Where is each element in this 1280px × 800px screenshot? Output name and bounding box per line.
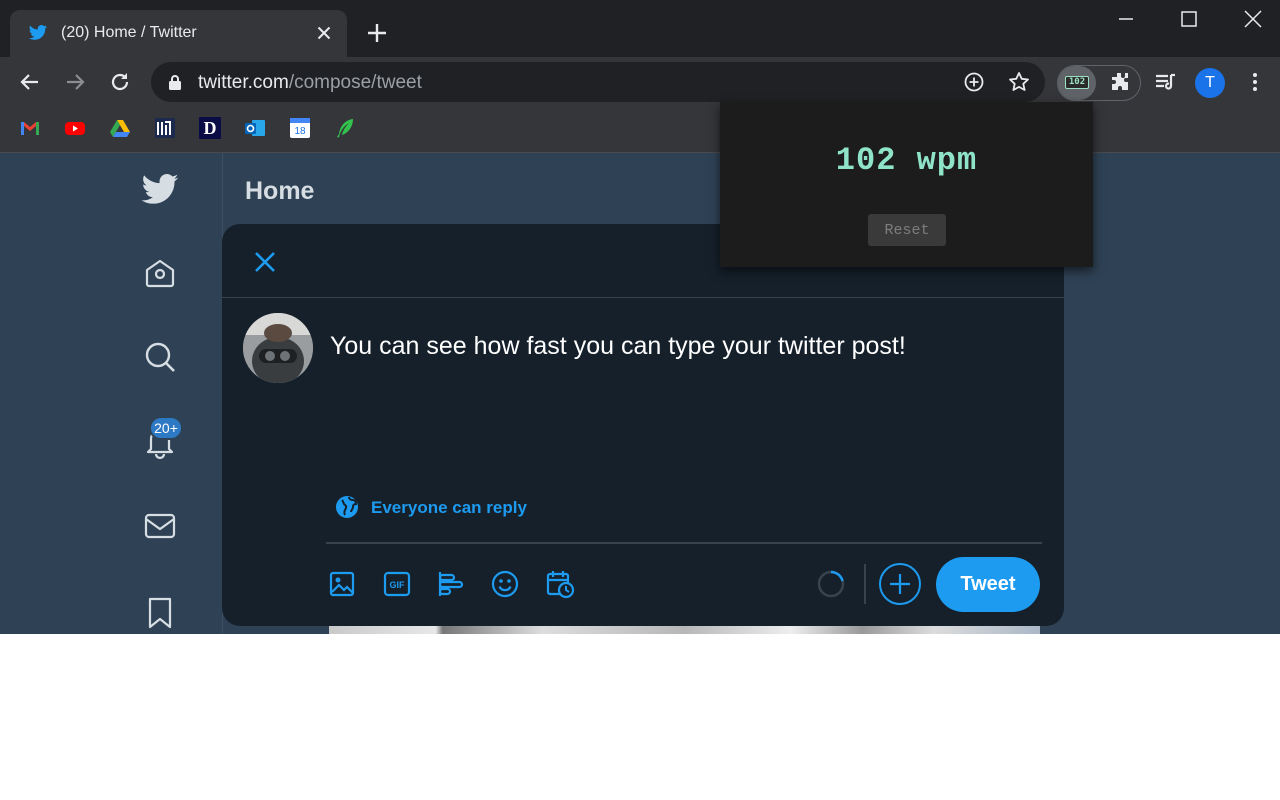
address-bar[interactable]: twitter.com/compose/tweet [151,62,1045,102]
add-thread-icon[interactable] [878,562,922,606]
gmail-icon[interactable] [19,117,41,139]
twitter-bird-icon [28,25,48,40]
user-avatar[interactable] [243,313,313,383]
bookmark-pillars-icon[interactable] [154,117,176,139]
maximize-icon[interactable] [1176,6,1202,32]
profile-avatar[interactable]: T [1195,68,1225,98]
url-text[interactable]: twitter.com/compose/tweet [198,72,422,94]
new-tab-icon[interactable] [365,21,389,45]
twitter-logo-icon[interactable] [140,170,180,210]
browser-window: (20) Home / Twitter twitter.com/compose/… [0,0,1280,634]
browser-toolbar: twitter.com/compose/tweet 102 T [0,57,1280,107]
tab-twitter-home[interactable]: (20) Home / Twitter [10,10,347,57]
tweet-textarea[interactable]: You can see how fast you can type your t… [330,332,906,361]
schedule-icon[interactable] [545,569,575,599]
wpm-readout: 102 wpm [835,142,978,179]
media-icon[interactable] [327,569,357,599]
tab-close-icon[interactable] [313,22,335,44]
reset-button[interactable]: Reset [868,214,946,246]
compose-divider [326,542,1042,544]
page-title: Home [245,177,315,205]
tweet-button[interactable]: Tweet [936,557,1040,612]
bookmark-star-icon[interactable] [1007,70,1031,94]
character-progress-ring [817,570,845,598]
close-compose-icon[interactable] [251,248,279,276]
home-icon[interactable] [140,253,180,293]
reload-icon[interactable] [107,69,133,95]
wpm-extension-badge[interactable]: 102 [1065,76,1089,89]
url-path: /compose/tweet [288,72,422,93]
lock-icon[interactable] [168,74,182,90]
forward-icon[interactable] [62,69,88,95]
poll-icon[interactable] [436,569,466,599]
progress-separator [864,564,866,604]
svg-text:D: D [204,118,217,138]
modal-header-divider [222,297,1064,298]
avatar-photo-icon [243,313,313,383]
menu-kebab-icon[interactable] [1243,70,1267,94]
gif-icon[interactable]: GIF [382,569,412,599]
wpm-extension-popup: 102 wpm Reset [720,102,1093,267]
svg-text:GIF: GIF [390,580,406,590]
messages-envelope-icon[interactable] [140,506,180,546]
calendar-icon[interactable]: 18 [289,117,311,139]
minimize-icon[interactable] [1113,6,1139,32]
feather-icon[interactable] [334,117,356,139]
extensions-puzzle-icon[interactable] [1108,70,1132,94]
install-app-icon[interactable] [962,70,986,94]
google-drive-icon[interactable] [109,117,131,139]
bookmarks-icon[interactable] [140,593,180,633]
reply-setting-label: Everyone can reply [371,498,527,517]
bookmark-d-icon[interactable]: D [199,117,221,139]
back-icon[interactable] [17,69,43,95]
outlook-icon[interactable] [244,117,266,139]
url-host: twitter.com [198,72,289,93]
tab-strip: (20) Home / Twitter [0,0,1280,57]
media-queue-icon[interactable] [1153,70,1177,94]
globe-icon [336,496,358,518]
tab-title: (20) Home / Twitter [61,24,197,41]
compose-tweet-modal: You can see how fast you can type your t… [222,224,1064,626]
close-window-icon[interactable] [1240,6,1266,32]
youtube-icon[interactable] [64,117,86,139]
calendar-day: 18 [294,126,306,137]
notifications-badge: 20+ [149,416,183,440]
explore-search-icon[interactable] [140,337,180,377]
emoji-icon[interactable] [490,569,520,599]
